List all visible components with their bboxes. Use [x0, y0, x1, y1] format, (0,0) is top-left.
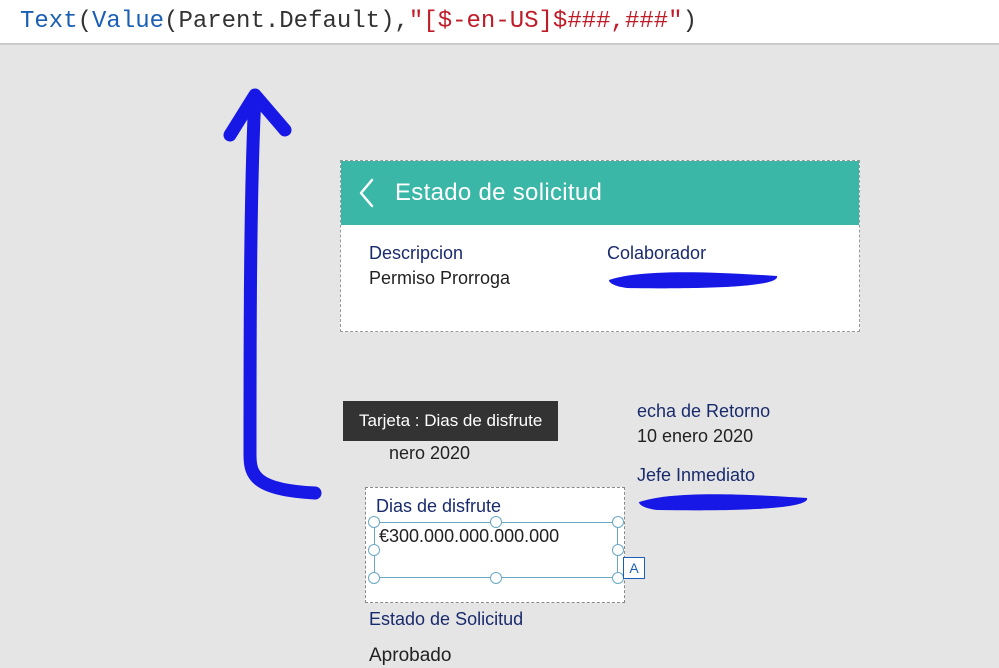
- resize-handle-top-center[interactable]: [490, 516, 502, 528]
- dot: .: [265, 8, 279, 35]
- value-fecharetorno: 10 enero 2020: [637, 426, 857, 447]
- resize-handle-bottom-left[interactable]: [368, 572, 380, 584]
- label-dias-disfrute: Dias de disfrute: [366, 488, 624, 519]
- paren-close2: ): [683, 8, 697, 35]
- page-title: Estado de solicitud: [395, 179, 602, 207]
- formula-parent: Parent: [178, 8, 264, 35]
- redacted-colaborador: [607, 268, 777, 288]
- form-body[interactable]: Descripcion Permiso Prorroga Colaborador…: [341, 225, 859, 331]
- col-fecharetorno: echa de Retorno 10 enero 2020 Jefe Inmed…: [637, 401, 857, 532]
- label-colaborador: Colaborador: [607, 243, 835, 264]
- canvas-area[interactable]: Estado de solicitud Descripcion Permiso …: [0, 45, 999, 622]
- paren-open2: (: [164, 8, 178, 35]
- col-descripcion: Descripcion Permiso Prorroga: [369, 243, 597, 311]
- label-jefe: Jefe Inmediato: [637, 465, 857, 486]
- paren-open: (: [78, 8, 92, 35]
- selected-text-control[interactable]: €300.000.000.000.000 A: [374, 522, 618, 578]
- paren-close: ): [380, 8, 394, 35]
- formula-bar[interactable]: Text(Value(Parent.Default),"[$-en-US]$##…: [0, 0, 999, 45]
- annotation-arrow: [155, 75, 335, 505]
- value-fechainicio-cut: nero 2020: [389, 443, 470, 464]
- card-dias-disfrute[interactable]: Dias de disfrute €300.000.000.000.000 A: [365, 487, 625, 603]
- redacted-jefe: [637, 490, 807, 510]
- label-descripcion: Descripcion: [369, 243, 597, 264]
- back-icon[interactable]: [357, 177, 377, 209]
- app-header: Estado de solicitud: [341, 161, 859, 225]
- value-descripcion: Permiso Prorroga: [369, 268, 597, 289]
- formula-func-value: Value: [92, 8, 164, 35]
- comma: ,: [395, 8, 409, 35]
- formula-default: Default: [279, 8, 380, 35]
- resize-handle-top-right[interactable]: [612, 516, 624, 528]
- formula-string: "[$-en-US]$###,###": [409, 8, 683, 35]
- resize-handle-bottom-center[interactable]: [490, 572, 502, 584]
- resize-handle-mid-right[interactable]: [612, 544, 624, 556]
- formula-func-text: Text: [20, 8, 78, 35]
- resize-handle-top-left[interactable]: [368, 516, 380, 528]
- row-1: Descripcion Permiso Prorroga Colaborador: [369, 243, 835, 311]
- label-estado: Estado de Solicitud: [369, 609, 523, 630]
- app-preview-frame[interactable]: Estado de solicitud Descripcion Permiso …: [340, 160, 860, 332]
- control-type-badge[interactable]: A: [623, 557, 645, 579]
- value-estado: Aprobado: [369, 645, 451, 667]
- card-tooltip: Tarjeta : Dias de disfrute: [343, 401, 558, 441]
- resize-handle-mid-left[interactable]: [368, 544, 380, 556]
- label-fecharetorno: echa de Retorno: [637, 401, 857, 422]
- col-colaborador: Colaborador: [607, 243, 835, 311]
